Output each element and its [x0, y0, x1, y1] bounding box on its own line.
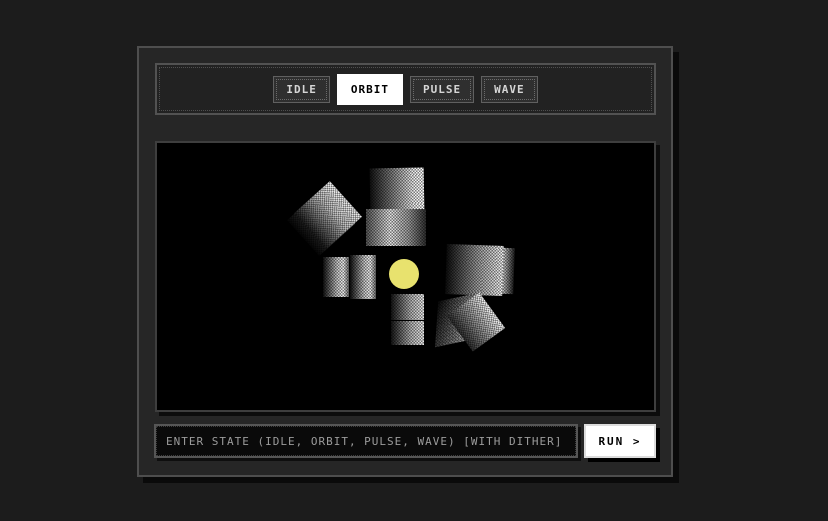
state-command-input[interactable] [154, 424, 578, 458]
main-panel: IDLE ORBIT PULSE WAVE RUN > [137, 46, 673, 477]
dither-cube-bottom-upper [391, 294, 424, 320]
dither-cube-right-front [445, 244, 504, 296]
dither-cube-left-face-b [350, 255, 376, 299]
state-tabbar: IDLE ORBIT PULSE WAVE [155, 63, 656, 115]
dither-cube-right-side [502, 248, 515, 294]
dither-cube-top-upper [370, 168, 425, 212]
dither-cube-bottom-lower [391, 321, 424, 345]
tab-idle[interactable]: IDLE [273, 76, 330, 103]
tab-orbit[interactable]: ORBIT [337, 74, 403, 105]
tab-wave[interactable]: WAVE [481, 76, 538, 103]
dither-cube-left-face-a [323, 257, 349, 297]
dither-cube-top-lower [366, 209, 426, 246]
dither-scene-canvas [155, 141, 656, 412]
center-orb [389, 259, 419, 289]
run-button[interactable]: RUN > [584, 424, 656, 458]
tab-pulse[interactable]: PULSE [410, 76, 474, 103]
